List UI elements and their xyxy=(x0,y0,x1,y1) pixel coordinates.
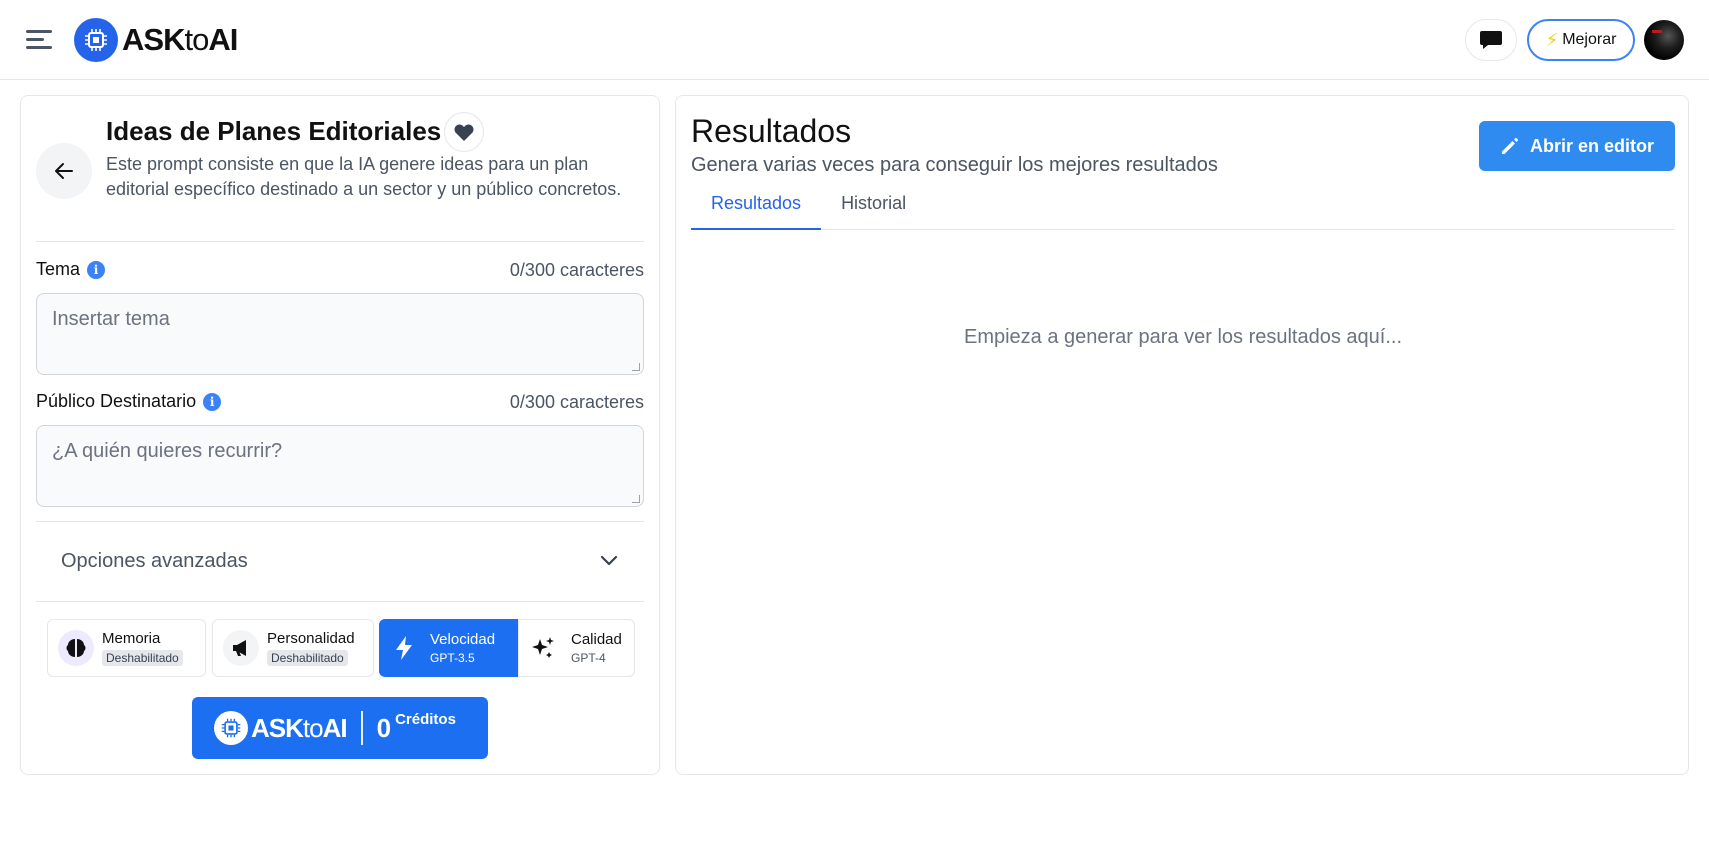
divider xyxy=(36,601,644,602)
chip-icon xyxy=(74,18,118,62)
results-subtitle: Genera varias veces para conseguir los m… xyxy=(691,154,1218,176)
sparkles-icon xyxy=(525,630,561,666)
heart-icon xyxy=(454,124,474,141)
chip-icon xyxy=(214,711,248,745)
empty-results-message: Empieza a generar para ver los resultado… xyxy=(963,326,1403,348)
credits-logo-text: ASKtoAI xyxy=(251,712,348,743)
tab-resultados[interactable]: Resultados xyxy=(691,186,822,230)
results-title: Resultados xyxy=(691,113,852,149)
arrow-left-icon xyxy=(55,163,73,179)
divider xyxy=(36,241,644,242)
personality-option[interactable]: Personalidad Deshabilitado xyxy=(212,619,374,677)
memory-option[interactable]: Memoria Deshabilitado xyxy=(47,619,206,677)
advanced-options-toggle[interactable]: Opciones avanzadas xyxy=(36,521,644,601)
info-icon[interactable]: i xyxy=(203,392,222,411)
speed-option[interactable]: Velocidad GPT-3.5 xyxy=(379,619,518,677)
upgrade-label: Mejorar xyxy=(1562,31,1617,48)
pencil-icon xyxy=(1501,138,1518,154)
back-button[interactable] xyxy=(36,143,92,199)
tool-description: Este prompt consiste en que la IA genere… xyxy=(106,154,622,199)
logo-text: ASKtoAI xyxy=(122,22,238,57)
upgrade-button[interactable]: ⚡ Mejorar xyxy=(1527,19,1635,61)
tema-input[interactable]: Insertar tema xyxy=(36,293,644,375)
chevron-down-icon xyxy=(600,555,618,566)
favorite-button[interactable] xyxy=(444,112,484,152)
info-icon[interactable]: i xyxy=(87,260,106,279)
credits-amount: 0 xyxy=(376,712,392,743)
asktoai-logo[interactable]: ASKtoAI xyxy=(74,17,238,63)
results-panel: Resultados Genera varias veces para cons… xyxy=(675,95,1689,775)
tab-historial[interactable]: Historial xyxy=(821,186,926,230)
results-tabs: Resultados Historial xyxy=(691,186,1675,230)
bolt-icon xyxy=(386,630,422,666)
chat-bubble-icon xyxy=(1480,31,1502,49)
publico-input[interactable]: ¿A quién quieres recurrir? xyxy=(36,425,644,507)
separator xyxy=(360,711,363,745)
tema-label: Tema i xyxy=(36,259,106,280)
hamburger-menu-icon[interactable] xyxy=(26,27,54,53)
prompt-form-panel: Ideas de Planes Editoriales Este prompt … xyxy=(20,95,660,775)
megaphone-icon xyxy=(223,630,259,666)
publico-label: Público Destinatario i xyxy=(36,391,222,412)
top-header: ASKtoAI ⚡ Mejorar xyxy=(0,0,1709,80)
quality-option[interactable]: Calidad GPT-4 xyxy=(518,619,635,677)
open-editor-button[interactable]: Abrir en editor xyxy=(1479,121,1675,171)
tool-title: Ideas de Planes Editoriales xyxy=(106,116,442,146)
brain-icon xyxy=(58,630,94,666)
lightning-icon: ⚡ xyxy=(1545,29,1559,50)
tema-char-count: 0/300 caracteres xyxy=(509,260,644,280)
credits-label: Créditos xyxy=(395,711,456,728)
generate-credits-button[interactable]: ASKtoAI 0 Créditos xyxy=(192,697,488,759)
user-avatar[interactable] xyxy=(1644,20,1684,60)
feedback-chat-button[interactable] xyxy=(1465,19,1517,61)
publico-char-count: 0/300 caracteres xyxy=(509,392,644,412)
